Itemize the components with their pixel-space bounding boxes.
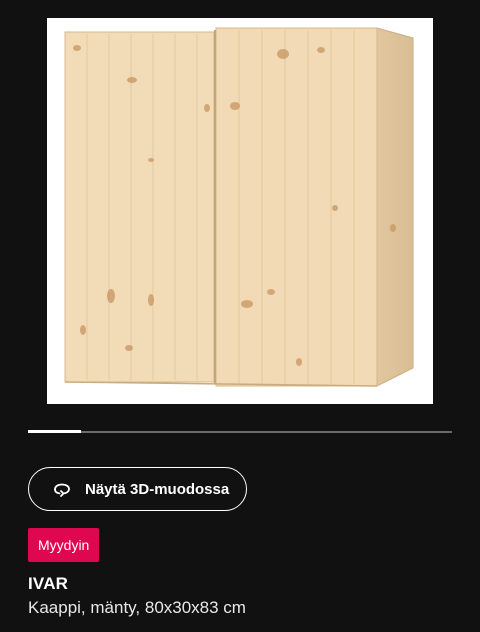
bestseller-badge: Myydyin [28, 528, 100, 562]
product-image[interactable] [47, 18, 433, 404]
rotate-3d-icon [51, 478, 73, 500]
view-3d-button[interactable]: Näytä 3D-muodossa [28, 467, 247, 511]
product-name: IVAR [28, 574, 69, 593]
view-3d-label: Näytä 3D-muodossa [85, 480, 230, 498]
image-carousel-scrollbar[interactable] [28, 430, 452, 433]
product-description: Kaappi, mänty, 80x30x83 cm [28, 598, 246, 617]
cabinet-illustration [64, 27, 414, 387]
badge-label: Myydyin [38, 537, 90, 553]
carousel-progress-indicator[interactable] [28, 430, 81, 433]
product-page: Näytä 3D-muodossa Myydyin IVAR Kaappi, m… [0, 0, 480, 632]
